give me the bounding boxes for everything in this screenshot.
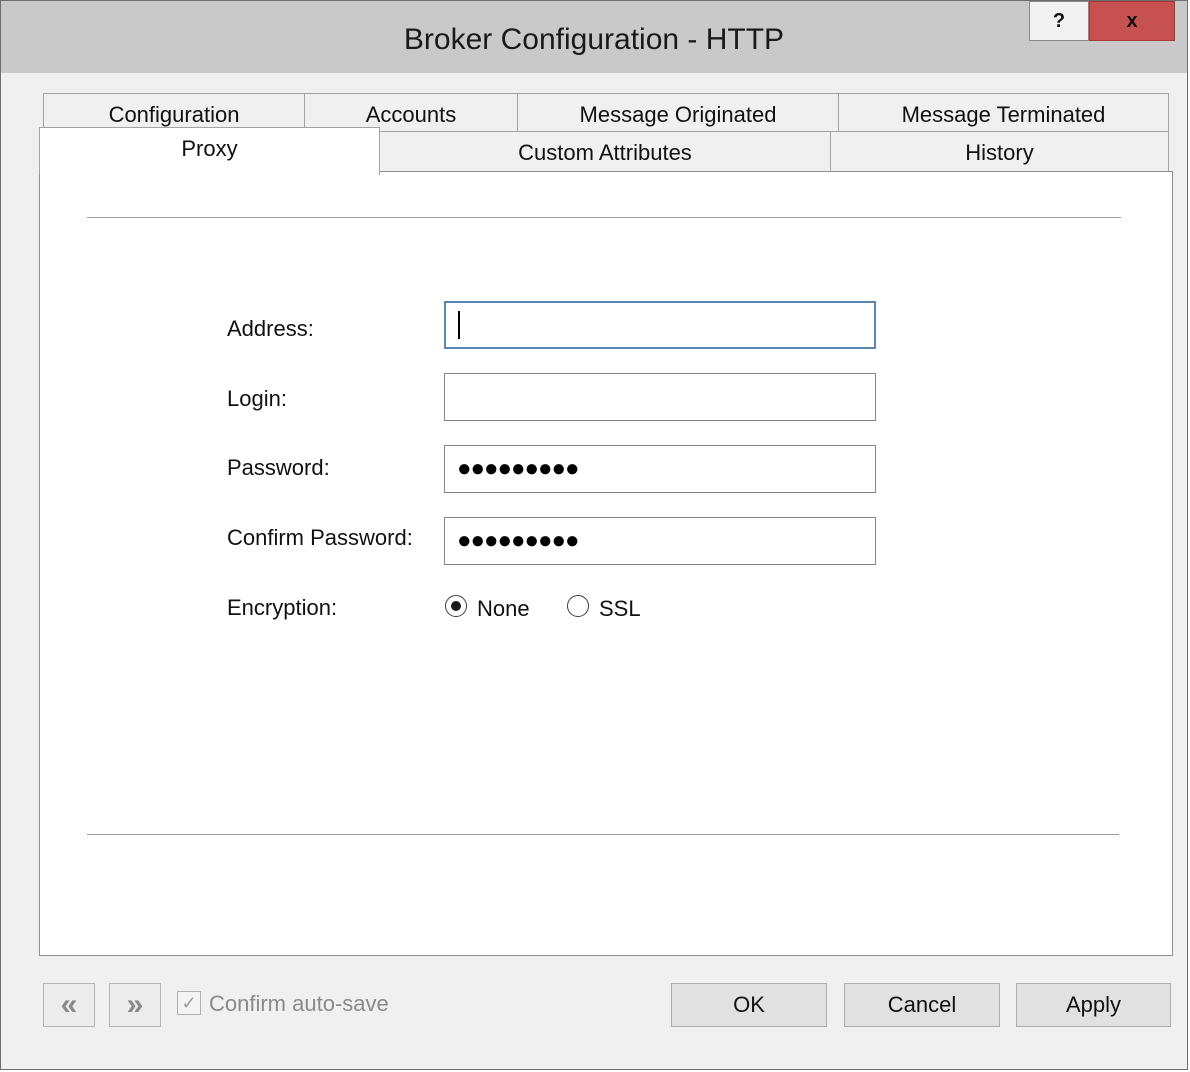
tab-configuration[interactable]: Configuration (43, 93, 305, 131)
encryption-none-label[interactable]: None (477, 596, 530, 622)
help-button[interactable]: ? (1029, 1, 1089, 41)
close-button[interactable]: x (1089, 1, 1175, 41)
address-input[interactable] (446, 303, 874, 347)
title-bar[interactable]: Broker Configuration - HTTP ? x (1, 1, 1187, 73)
tab-label: Accounts (365, 102, 457, 127)
login-label: Login: (227, 386, 287, 411)
login-field[interactable] (444, 373, 876, 421)
ok-button[interactable]: OK (671, 983, 827, 1027)
tab-label: Message Originated (579, 102, 777, 127)
tab-label: Message Terminated (901, 102, 1106, 127)
tab-message-originated[interactable]: Message Originated (517, 93, 839, 131)
previous-icon[interactable]: « (43, 983, 95, 1027)
confirm-autosave-checkbox[interactable]: ✓ (177, 991, 201, 1015)
confirm-password-field[interactable]: ●●●●●●●●● (444, 517, 876, 565)
tab-label: History (965, 140, 1034, 165)
confirm-password-mask: ●●●●●●●●● (457, 527, 579, 554)
window-title: Broker Configuration - HTTP (403, 23, 785, 56)
tab-label: Custom Attributes (518, 140, 692, 165)
confirm-password-label: Confirm Password: (227, 525, 413, 550)
tab-custom-attributes[interactable]: Custom Attributes (379, 131, 831, 171)
tab-label: Proxy (181, 136, 238, 161)
address-label: Address: (227, 316, 314, 341)
tab-accounts[interactable]: Accounts (304, 93, 518, 131)
confirm-autosave-label[interactable]: Confirm auto-save (209, 991, 389, 1017)
next-icon[interactable]: » (109, 983, 161, 1027)
text-caret (458, 311, 460, 339)
tab-message-terminated[interactable]: Message Terminated (838, 93, 1169, 131)
encryption-ssl-label[interactable]: SSL (599, 596, 641, 622)
password-field[interactable]: ●●●●●●●●● (444, 445, 876, 493)
tab-proxy[interactable]: Proxy (39, 127, 380, 175)
encryption-label: Encryption: (227, 595, 338, 620)
top-separator (87, 217, 1121, 218)
bottom-separator (87, 834, 1119, 835)
login-input[interactable] (445, 374, 875, 420)
address-field[interactable] (444, 301, 876, 349)
tab-label: Configuration (108, 102, 240, 127)
password-label: Password: (227, 455, 330, 480)
apply-button[interactable]: Apply (1016, 983, 1171, 1027)
proxy-tab-panel: Address: Login: Password: ●●●●●●●●● Conf… (39, 171, 1173, 956)
broker-configuration-dialog: Broker Configuration - HTTP ? x Configur… (0, 0, 1188, 1070)
encryption-ssl-radio[interactable] (567, 595, 589, 617)
password-mask: ●●●●●●●●● (457, 455, 579, 482)
cancel-button[interactable]: Cancel (844, 983, 1000, 1027)
checkmark-icon: ✓ (181, 992, 197, 1013)
radio-selected-dot (451, 601, 461, 611)
encryption-none-radio[interactable] (445, 595, 467, 617)
tab-history[interactable]: History (830, 131, 1169, 171)
